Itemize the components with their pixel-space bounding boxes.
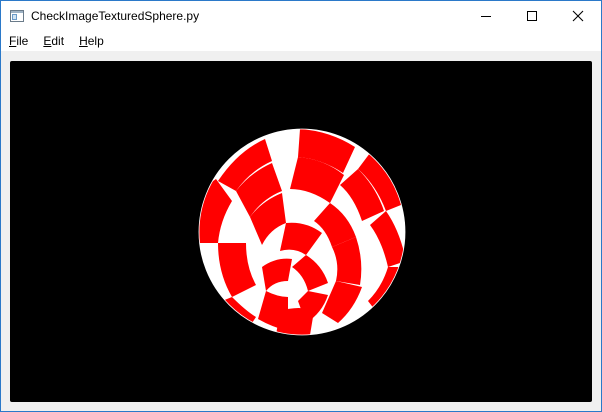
maximize-icon bbox=[527, 11, 537, 21]
menu-help-mnemonic: H bbox=[79, 34, 88, 48]
menu-file-label-rest: ile bbox=[16, 34, 29, 48]
window-title: CheckImageTexturedSphere.py bbox=[31, 9, 200, 23]
menu-help-label-rest: elp bbox=[87, 34, 104, 48]
menu-edit-label-rest: dit bbox=[51, 34, 65, 48]
menu-help[interactable]: Help bbox=[71, 31, 111, 51]
maximize-button[interactable] bbox=[509, 1, 555, 31]
menu-edit[interactable]: Edit bbox=[35, 31, 71, 51]
title-bar[interactable]: CheckImageTexturedSphere.py bbox=[1, 1, 601, 31]
render-viewport[interactable] bbox=[10, 61, 592, 402]
minimize-icon bbox=[481, 16, 491, 17]
window-controls bbox=[463, 1, 601, 31]
window-app-icon[interactable] bbox=[9, 8, 25, 24]
checker-textured-sphere bbox=[198, 128, 406, 336]
menu-file[interactable]: File bbox=[1, 31, 35, 51]
close-button[interactable] bbox=[555, 1, 601, 31]
close-icon bbox=[572, 10, 584, 22]
menu-bar: File Edit Help bbox=[1, 31, 601, 51]
minimize-button[interactable] bbox=[463, 1, 509, 31]
sphere-surface bbox=[199, 129, 405, 335]
app-window: CheckImageTexturedSphere.py File Edit He… bbox=[0, 0, 602, 412]
